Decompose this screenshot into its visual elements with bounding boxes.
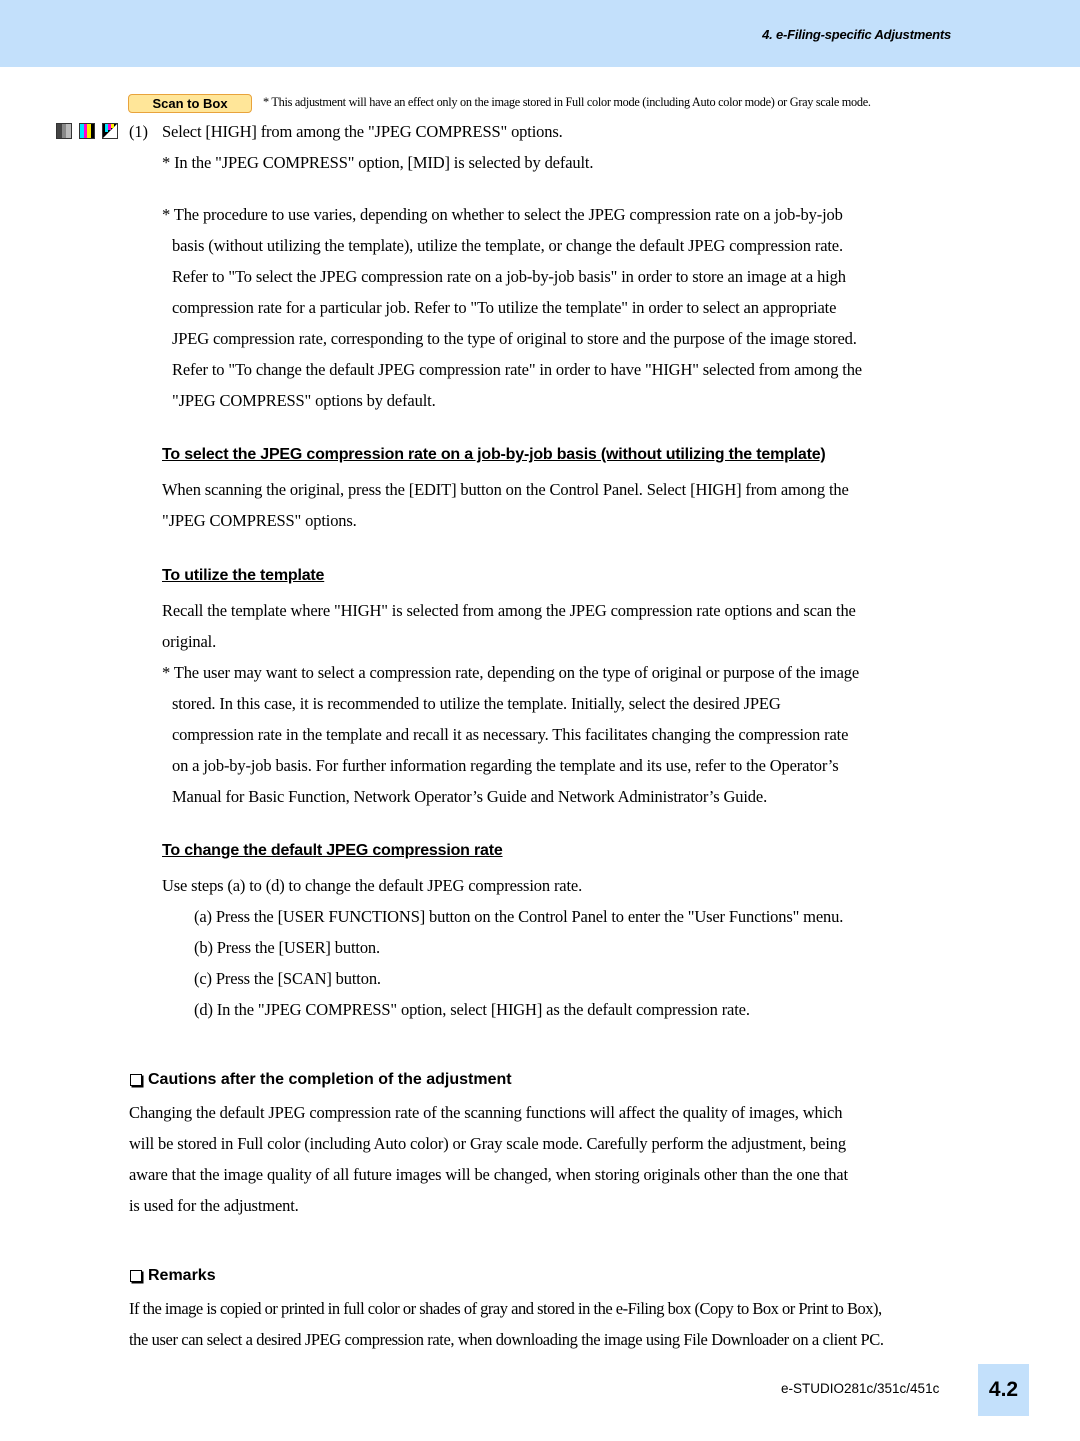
note-line: * The user may want to select a compress… (162, 663, 860, 682)
remarks-heading-text: Remarks (148, 1267, 216, 1284)
paragraph-line: will be stored in Full color (including … (129, 1134, 846, 1153)
section-heading-template: To utilize the template (162, 567, 325, 584)
step-item: (c) Press the [SCAN] button. (194, 969, 381, 988)
black-white-mode-icon (56, 123, 72, 139)
note-line: "JPEG COMPRESS" options by default. (172, 391, 436, 410)
step-item: (d) In the "JPEG COMPRESS" option, selec… (194, 1000, 750, 1019)
paragraph-line: original. (162, 632, 217, 651)
paragraph-line: When scanning the original, press the [E… (162, 480, 849, 499)
page-number-tab: 4.2 (978, 1364, 1029, 1416)
paragraph-line: "JPEG COMPRESS" options. (162, 511, 357, 530)
step-number: (1) (129, 122, 148, 141)
paragraph-line: If the image is copied or printed in ful… (129, 1299, 882, 1318)
auto-color-mode-icon (102, 123, 118, 139)
paragraph-line: Recall the template where "HIGH" is sele… (162, 601, 856, 620)
note-line: Refer to "To change the default JPEG com… (172, 360, 862, 379)
paragraph-line: the user can select a desired JPEG compr… (129, 1330, 884, 1349)
header-band: 4. e-Filing-specific Adjustments (0, 0, 1080, 67)
step-note: * In the "JPEG COMPRESS" option, [MID] i… (162, 153, 594, 172)
step-text: Select [HIGH] from among the "JPEG COMPR… (162, 122, 563, 141)
checkbox-square-icon (130, 1074, 142, 1086)
step-item: (a) Press the [USER FUNCTIONS] button on… (194, 907, 844, 926)
paragraph-line: aware that the image quality of all futu… (129, 1165, 848, 1184)
color-mode-icons (56, 123, 118, 139)
scan-to-box-badge: Scan to Box (128, 94, 252, 113)
paragraph-line: is used for the adjustment. (129, 1196, 299, 1215)
paragraph-line: Use steps (a) to (d) to change the defau… (162, 876, 583, 895)
note-line: compression rate in the template and rec… (172, 725, 849, 744)
note-line: JPEG compression rate, corresponding to … (172, 329, 857, 348)
note-line: compression rate for a particular job. R… (172, 298, 837, 317)
note-line: basis (without utilizing the template), … (172, 236, 843, 255)
cautions-heading: Cautions after the completion of the adj… (130, 1071, 512, 1089)
note-line: Manual for Basic Function, Network Opera… (172, 787, 768, 806)
cautions-heading-text: Cautions after the completion of the adj… (148, 1071, 512, 1088)
remarks-heading: Remarks (130, 1267, 216, 1285)
paragraph-line: Changing the default JPEG compression ra… (129, 1103, 843, 1122)
section-heading-job-by-job: To select the JPEG compression rate on a… (162, 446, 826, 463)
note-line: Refer to "To select the JPEG compression… (172, 267, 846, 286)
footer-model: e-STUDIO281c/351c/451c (781, 1381, 940, 1396)
note-line: stored. In this case, it is recommended … (172, 694, 781, 713)
checkbox-square-icon (130, 1270, 142, 1282)
badge-note: * This adjustment will have an effect on… (263, 95, 871, 109)
full-color-mode-icon (79, 123, 95, 139)
note-line: on a job-by-job basis. For further infor… (172, 756, 839, 775)
chapter-title: 4. e-Filing-specific Adjustments (762, 27, 951, 42)
section-heading-default: To change the default JPEG compression r… (162, 842, 503, 859)
note-line: * The procedure to use varies, depending… (162, 205, 843, 224)
step-item: (b) Press the [USER] button. (194, 938, 380, 957)
